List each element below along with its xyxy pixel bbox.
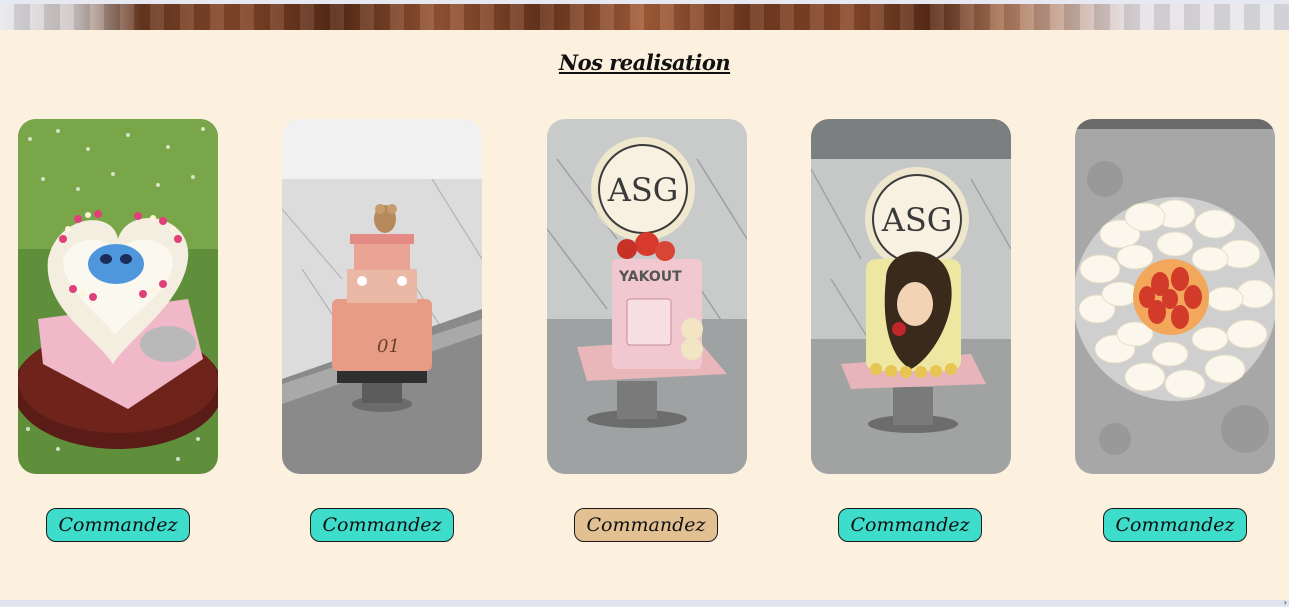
logo-asg-2: ASG <box>881 201 953 239</box>
cake-photo-3[interactable]: ASG YAKOUT <box>547 119 747 474</box>
order-button-3[interactable]: Commandez <box>574 508 718 542</box>
cake-photo-5[interactable] <box>1075 119 1275 474</box>
order-button-5[interactable]: Commandez <box>1103 508 1247 542</box>
cake-text-01: 01 <box>377 336 400 357</box>
hero-banner-image <box>0 4 1289 30</box>
cake-photo-1[interactable] <box>18 119 218 474</box>
order-button-2[interactable]: Commandez <box>310 508 454 542</box>
order-button-1[interactable]: Commandez <box>46 508 190 542</box>
cake-text-yakout: YAKOUT <box>618 269 682 285</box>
order-button-4[interactable]: Commandez <box>838 508 982 542</box>
cake-photo-2[interactable]: 01 <box>282 119 482 474</box>
logo-asg: ASG <box>607 171 679 209</box>
section-title: Nos realisation <box>558 50 731 75</box>
realisations-section: Nos realisation 01 ASG YAKOUT ASG Comman… <box>0 30 1289 600</box>
page-bottom-edge <box>0 600 1289 606</box>
cake-photo-4[interactable]: ASG <box>811 119 1011 474</box>
